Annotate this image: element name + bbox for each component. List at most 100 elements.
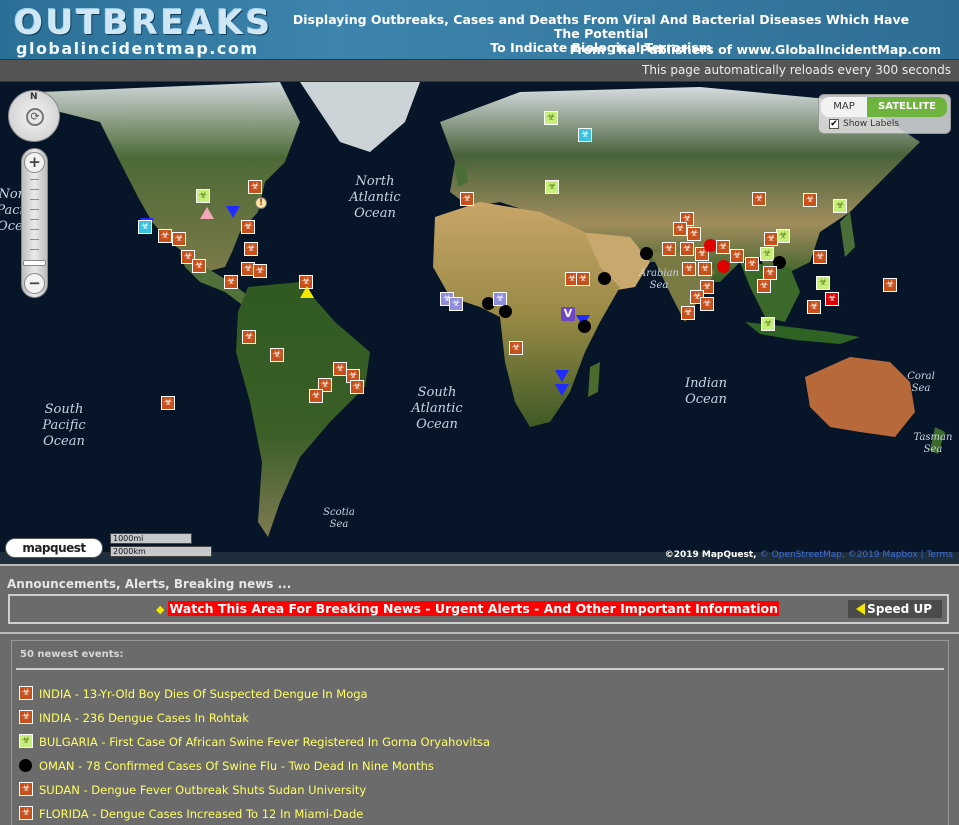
biohazard-marker[interactable]: ☣	[253, 264, 267, 278]
biohazard-marker[interactable]: ☣	[158, 229, 172, 243]
cyan-marker[interactable]: ☣	[138, 220, 152, 234]
blue-triangle-marker[interactable]	[226, 206, 240, 218]
scotia-sea-label: Scotia Sea	[323, 507, 355, 530]
biohazard-marker[interactable]: ☣	[333, 362, 347, 376]
satellite-view-button[interactable]: SATELLITE	[867, 97, 947, 117]
zoom-slider[interactable]: + −	[21, 148, 48, 298]
biohazard-marker[interactable]: ☣	[745, 257, 759, 271]
event-link[interactable]: INDIA - 13-Yr-Old Boy Dies Of Suspected …	[39, 687, 368, 701]
outbreak-map[interactable]: North Pacific Ocean North Atlantic Ocean…	[0, 82, 959, 564]
blue-triangle-marker[interactable]	[555, 370, 569, 382]
blue-triangle-marker[interactable]	[555, 384, 569, 396]
biohazard-marker[interactable]: ☣	[700, 297, 714, 311]
map-type-control: MAP SATELLITE ✔ Show Labels	[818, 94, 951, 134]
biohazard-marker[interactable]: ☣	[244, 242, 258, 256]
biohazard-marker[interactable]: ☣	[172, 232, 186, 246]
zoom-tick	[30, 179, 39, 180]
biohazard-marker[interactable]: ☣	[883, 278, 897, 292]
warning-marker[interactable]: !	[255, 197, 267, 209]
biohazard-marker[interactable]: ☣	[161, 396, 175, 410]
swine-fever-marker[interactable]: ☣	[776, 229, 790, 243]
event-link[interactable]: FLORIDA - Dengue Cases Increased To 12 I…	[39, 807, 363, 821]
biohazard-marker[interactable]: ☣	[662, 242, 676, 256]
zoom-in-button[interactable]: +	[24, 152, 45, 173]
biohazard-marker[interactable]: ☣	[309, 389, 323, 403]
news-ticker[interactable]: ◆ Watch This Area For Breaking News - Urg…	[156, 601, 780, 616]
pan-control[interactable]: N ⟳	[8, 90, 60, 142]
pink-triangle-marker[interactable]	[200, 207, 214, 219]
biohazard-marker[interactable]: ☣	[673, 222, 687, 236]
black-dot-marker[interactable]	[640, 247, 653, 260]
show-labels-checkbox[interactable]: ✔	[829, 119, 839, 129]
biohazard-marker[interactable]: ☣	[241, 220, 255, 234]
biohazard-marker[interactable]: ☣	[752, 192, 766, 206]
mapquest-logo[interactable]: mapquest	[5, 538, 103, 558]
red-biohazard-marker[interactable]: ☣	[825, 292, 839, 306]
biohazard-marker[interactable]: ☣	[698, 262, 712, 276]
purple-marker[interactable]: ☣	[493, 292, 507, 306]
logo-subtitle[interactable]: globalincidentmap.com	[16, 39, 259, 58]
map-view-button[interactable]: MAP	[821, 97, 867, 117]
zoom-out-button[interactable]: −	[24, 273, 45, 294]
zoom-tick	[30, 199, 39, 200]
map-copyright: ©2019 MapQuest, © OpenStreetMap, ©2019 M…	[665, 550, 953, 560]
speed-up-button[interactable]: Speed UP	[848, 600, 942, 618]
event-link[interactable]: BULGARIA - First Case Of African Swine F…	[39, 735, 490, 749]
biohazard-marker[interactable]: ☣	[763, 266, 777, 280]
biohazard-marker[interactable]: ☣	[270, 348, 284, 362]
swine-fever-marker[interactable]: ☣	[833, 199, 847, 213]
biohazard-marker[interactable]: ☣	[242, 330, 256, 344]
biohazard-marker[interactable]: ☣	[716, 240, 730, 254]
swine-fever-marker[interactable]: ☣	[761, 317, 775, 331]
logo-title[interactable]: OUTBREAKS	[14, 6, 273, 40]
biohazard-marker[interactable]: ☣	[248, 180, 262, 194]
south-atlantic-label: South Atlantic Ocean	[411, 385, 463, 432]
event-link[interactable]: INDIA - 236 Dengue Cases In Rohtak	[39, 711, 249, 725]
tasman-sea-label: Tasman Sea	[913, 432, 953, 455]
biohazard-icon: ☣	[19, 686, 33, 700]
cyan-marker[interactable]: ☣	[578, 128, 592, 142]
biohazard-marker[interactable]: ☣	[730, 249, 744, 263]
biohazard-marker[interactable]: ☣	[807, 300, 821, 314]
biohazard-marker[interactable]: ☣	[576, 272, 590, 286]
v-marker[interactable]: V	[561, 307, 575, 321]
biohazard-marker[interactable]: ☣	[813, 250, 827, 264]
biohazard-marker[interactable]: ☣	[682, 262, 696, 276]
events-panel: 50 newest events: ☣ INDIA - 13-Yr-Old Bo…	[0, 632, 959, 825]
zoom-tick	[30, 209, 39, 210]
biohazard-marker[interactable]: ☣	[681, 306, 695, 320]
black-dot-marker[interactable]	[578, 320, 591, 333]
swine-fever-marker[interactable]: ☣	[544, 111, 558, 125]
swine-fever-marker[interactable]: ☣	[760, 247, 774, 261]
biohazard-marker[interactable]: ☣	[192, 259, 206, 273]
swine-fever-marker[interactable]: ☣	[545, 180, 559, 194]
zoom-thumb[interactable]	[23, 260, 46, 266]
reload-bar: This page automatically reloads every 30…	[0, 60, 959, 82]
biohazard-marker[interactable]: ☣	[350, 380, 364, 394]
black-dot-marker[interactable]	[499, 305, 512, 318]
world-satellite-map	[0, 82, 959, 564]
recenter-icon[interactable]: ⟳	[26, 108, 44, 126]
event-link[interactable]: SUDAN - Dengue Fever Outbreak Shuts Suda…	[39, 783, 366, 797]
biohazard-marker[interactable]: ☣	[687, 227, 701, 241]
event-link[interactable]: OMAN - 78 Confirmed Cases Of Swine Flu -…	[39, 759, 434, 773]
diamond-icon: ◆	[156, 603, 165, 616]
arrow-left-icon	[856, 603, 865, 615]
swine-fever-marker[interactable]: ☣	[816, 276, 830, 290]
black-dot-marker[interactable]	[598, 272, 611, 285]
events-box: 50 newest events: ☣ INDIA - 13-Yr-Old Bo…	[11, 640, 949, 825]
red-dot-marker[interactable]	[717, 260, 730, 273]
biohazard-marker[interactable]: ☣	[757, 279, 771, 293]
biohazard-marker[interactable]: ☣	[803, 193, 817, 207]
announcements-title: Announcements, Alerts, Breaking news ...	[7, 577, 292, 591]
biohazard-marker[interactable]: ☣	[764, 232, 778, 246]
biohazard-marker[interactable]: ☣	[680, 242, 694, 256]
yellow-triangle-marker[interactable]	[300, 286, 314, 298]
biohazard-marker[interactable]: ☣	[460, 192, 474, 206]
swine-fever-marker[interactable]: ☣	[196, 189, 210, 203]
biohazard-marker[interactable]: ☣	[224, 275, 238, 289]
south-pacific-label: South Pacific Ocean	[42, 402, 86, 449]
purple-marker[interactable]: ☣	[449, 297, 463, 311]
biohazard-marker[interactable]: ☣	[509, 341, 523, 355]
copyright-links[interactable]: © OpenStreetMap, ©2019 Mapbox | Terms	[760, 550, 953, 560]
